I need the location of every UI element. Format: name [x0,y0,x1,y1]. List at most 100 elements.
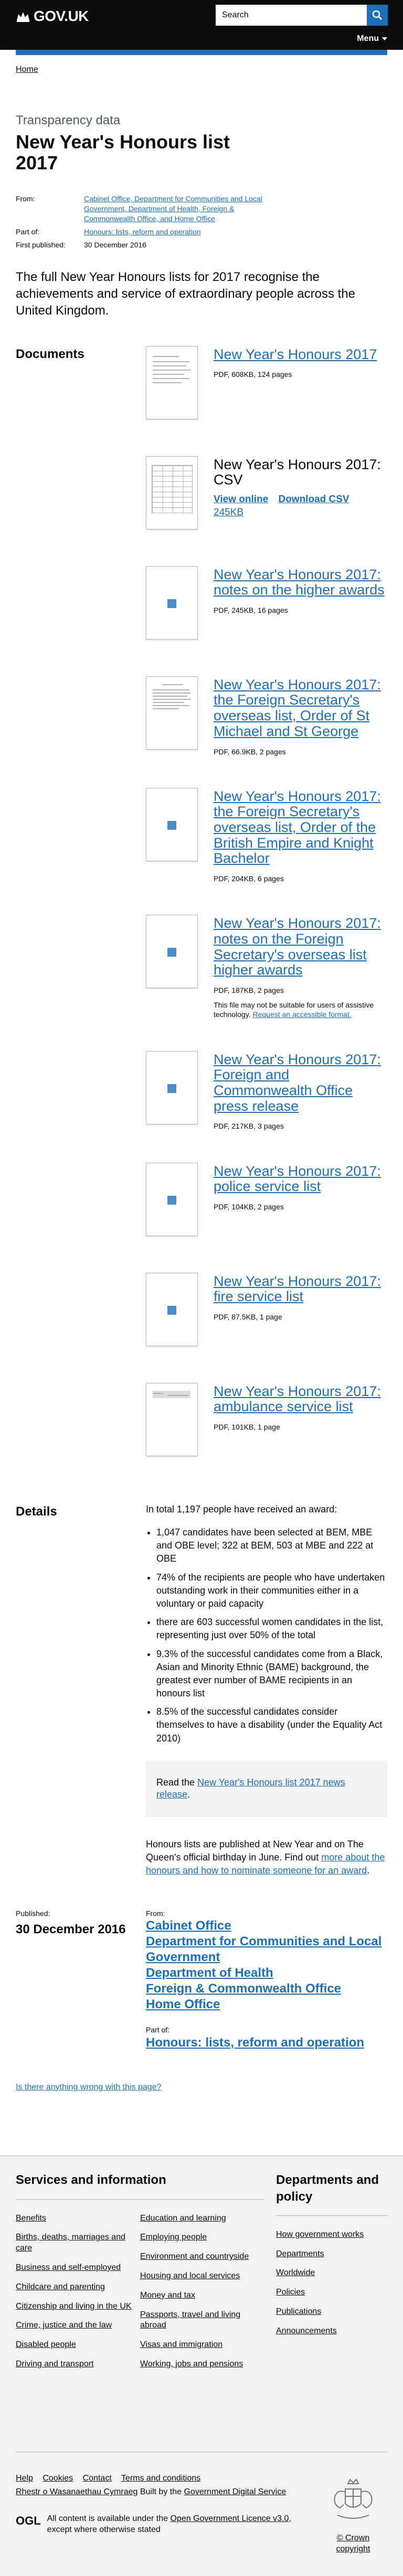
footer-link[interactable]: Education and learning [140,2213,264,2224]
footer-meta-links: Help Cookies Contact Terms and condition… [16,2473,294,2484]
footer-built-by: Rhestr o Wasanaethau Cymraeg Built by th… [16,2487,287,2497]
attachment: New Year's Honours 2017: Foreign and Com… [146,1051,387,1131]
footer-link[interactable]: Environment and countryside [140,2252,264,2263]
attachment-title-link[interactable]: New Year's Honours 2017: police service … [214,1163,387,1195]
attachment-title-link[interactable]: New Year's Honours 2017: fire service li… [214,1273,387,1305]
help-link[interactable]: Help [16,2474,33,2483]
attachment-title-link[interactable]: New Year's Honours 2017 [214,347,377,363]
footer-link[interactable]: Employing people [140,2232,264,2243]
organisation-link[interactable]: Cabinet Office [146,1918,387,1934]
document-thumbnail[interactable] [146,1162,198,1236]
details-intro: In total 1,197 people have received an a… [146,1503,337,1514]
metadata-published-value: 30 December 2016 [84,240,147,249]
view-online-link[interactable]: View online [214,494,268,505]
welsh-services-link[interactable]: Rhestr o Wasanaethau Cymraeg [16,2487,137,2496]
footer-link[interactable]: Crime, justice and the law [16,2320,140,2331]
header-blue-bar [16,50,387,55]
attachment-title-link[interactable]: New Year's Honours 2017: the Foreign Sec… [214,677,387,740]
details-heading: Details [16,1504,57,1519]
contact-link[interactable]: Contact [83,2474,112,2483]
attachment: New Year's Honours 2017: ambulance servi… [146,1382,387,1462]
footer-link[interactable]: Citizenship and living in the UK [16,2301,140,2312]
footer-link[interactable]: Benefits [16,2213,140,2224]
accessibility-note: This file may not be suitable for users … [214,1001,374,1019]
document-thumbnail[interactable] [146,915,198,989]
menu-toggle[interactable]: Menu [357,34,387,45]
breadcrumb-home[interactable]: Home [16,65,38,74]
organisation-link[interactable]: Home Office [146,1997,387,2012]
footer-link[interactable]: Disabled people [16,2340,140,2351]
document-thumbnail[interactable] [146,1051,198,1124]
govuk-logo-link[interactable]: GOV.UK [16,7,89,26]
footer-link[interactable]: How government works [276,2229,387,2241]
document-thumbnail[interactable] [146,1382,198,1456]
organisation-link[interactable]: Department for Communities and Local Gov… [146,1934,387,1965]
document-thumbnail[interactable] [146,1272,198,1346]
site-search [216,5,388,26]
footer-link[interactable]: Passports, travel and living abroad [140,2310,264,2332]
footer-link[interactable]: Births, deaths, marriages and care [16,2232,140,2254]
metadata: From: Cabinet Office, Department for Com… [16,194,387,250]
organisation-link[interactable]: Department of Health [146,1965,387,1981]
footer-link[interactable]: Driving and transport [16,2359,140,2370]
part-of-label: Part of: [146,2026,170,2034]
details-section: Details In total 1,197 people have recei… [16,1503,387,1878]
footer-link[interactable]: Childcare and parenting [16,2282,140,2293]
attachment-title-link[interactable]: New Year's Honours 2017: notes on the Fo… [214,916,387,978]
metadata-from-row: From: Cabinet Office, Department for Com… [16,194,387,224]
from-organisations: Cabinet Office Department for Communitie… [146,1918,387,2012]
search-input[interactable] [216,5,367,26]
document-thumbnail[interactable] [146,566,198,640]
attachment-title-link[interactable]: New Year's Honours 2017: ambulance servi… [214,1383,387,1415]
organisation-link[interactable]: Foreign & Commonwealth Office [146,1981,387,1997]
list-item: 8.5% of the successful candidates consid… [156,1705,387,1745]
documents-heading: Documents [16,347,84,361]
caret-down-icon [382,37,387,41]
document-thumbnail[interactable] [146,345,198,419]
crown-copyright-link[interactable]: © Crown copyright [319,2533,387,2555]
document-thumbnail[interactable] [146,787,198,861]
attachment-meta: PDF, 217KB, 3 pages [214,1122,284,1131]
ogl-link[interactable]: Open Government Licence v3.0 [170,2514,289,2523]
report-problem-link[interactable]: Is there anything wrong with this page? [16,2083,162,2092]
honours-info-paragraph: Honours lists are published at New Year … [146,1838,385,1876]
published-section: Published: 30 December 2016 From: Cabine… [16,1909,387,2050]
document-thumbnail[interactable] [146,676,198,750]
main-content: Home Transparency data New Year's Honour… [0,64,403,2051]
gds-link[interactable]: Government Digital Service [184,2487,286,2496]
footer-link[interactable]: Visas and immigration [140,2340,264,2351]
footer-link[interactable]: Worldwide [276,2268,387,2279]
attachment-meta: PDF, 245KB, 16 pages [214,606,288,615]
footer-link[interactable]: Announcements [276,2326,387,2337]
spreadsheet-thumbnail[interactable] [146,456,198,529]
metadata-published-label: First published: [16,240,66,249]
request-accessible-format-link[interactable]: Request an accessible format. [252,1010,351,1019]
footer-link[interactable]: Housing and local services [140,2271,264,2282]
from-label: From: [146,1909,165,1918]
lead-paragraph: The full New Year Honours lists for 2017… [16,269,356,318]
footer-link[interactable]: Business and self-employed [16,2263,140,2274]
ogl-logo-icon: OGL [16,2514,41,2528]
attachment-title-link[interactable]: New Year's Honours 2017: Foreign and Com… [214,1052,387,1114]
terms-link[interactable]: Terms and conditions [121,2474,200,2483]
attachment-title-link[interactable]: New Year's Honours 2017: the Foreign Sec… [214,788,387,867]
part-of-link[interactable]: Honours: lists, reform and operation [146,2035,387,2051]
attachment-meta: PDF, 104KB, 2 pages [214,1202,284,1211]
cookies-link[interactable]: Cookies [43,2474,73,2483]
attachment-meta: PDF, 204KB, 6 pages [214,874,284,883]
govuk-logo-text: GOV.UK [34,8,89,24]
attachment-title-link[interactable]: New Year's Honours 2017: notes on the hi… [214,567,387,598]
footer-link[interactable]: Working, jobs and pensions [140,2359,264,2370]
attachment-meta: PDF, 187KB, 2 pages [214,986,284,995]
footer-link[interactable]: Publications [276,2307,387,2318]
metadata-part-of-row: Part of: Honours: lists, reform and oper… [16,227,387,237]
footer-link[interactable]: Policies [276,2287,387,2298]
metadata-part-of-link[interactable]: Honours: lists, reform and operation [84,228,201,236]
metadata-published-row: First published: 30 December 2016 [16,240,387,250]
footer-link[interactable]: Money and tax [140,2290,264,2301]
metadata-from-links[interactable]: Cabinet Office, Department for Communiti… [84,194,262,223]
published-date: 30 December 2016 [16,1922,126,1937]
search-button[interactable] [367,5,388,26]
attachment: New Year's Honours 2017: fire service li… [146,1272,387,1351]
footer-link[interactable]: Departments [276,2249,387,2260]
